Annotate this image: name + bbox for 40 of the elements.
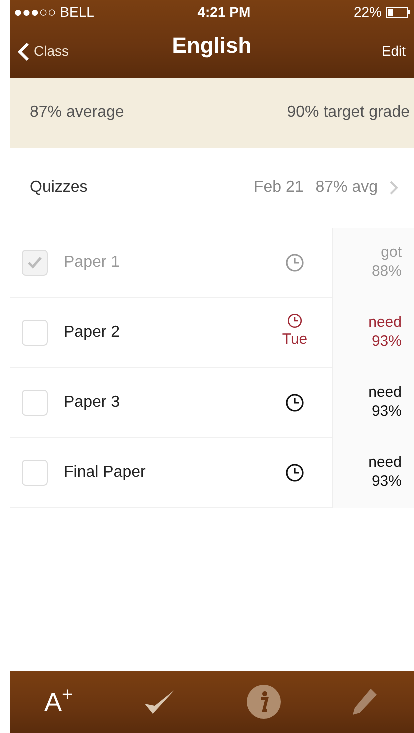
back-button[interactable]: Class (18, 41, 108, 62)
carrier-label: ●●●○○ BELL (14, 3, 94, 22)
back-chevron-icon (18, 42, 30, 62)
grade-label: need (368, 314, 402, 333)
assignment-name: Paper 1 (64, 252, 120, 272)
battery-label: 22% (354, 3, 382, 22)
chevron-icon (390, 181, 398, 195)
checkbox[interactable] (22, 320, 48, 346)
checkbox[interactable] (22, 250, 48, 276)
due-day: Tue (282, 329, 308, 352)
clock-icon (285, 462, 305, 482)
category-date: Feb 21 (254, 178, 304, 198)
info-icon[interactable] (246, 684, 282, 720)
checkbox[interactable] (22, 390, 48, 416)
add-grade-button[interactable]: A$^{+}$ (44, 682, 74, 722)
clock-icon (285, 252, 305, 272)
check-icon (27, 256, 43, 270)
assignment-name: Final Paper (64, 462, 146, 482)
assignment-name: Paper 2 (64, 322, 120, 342)
assignment-name: Paper 3 (64, 392, 120, 412)
grade-label: got (381, 244, 402, 263)
grade-value: 88% (372, 263, 402, 282)
pencil-icon[interactable] (351, 687, 380, 717)
checkmark-icon[interactable] (142, 688, 177, 716)
battery-icon (386, 7, 410, 18)
grade-label: need (368, 454, 402, 473)
clock-icon (287, 313, 303, 330)
edit-button[interactable]: Edit (316, 41, 406, 62)
grade-label: need (368, 384, 402, 403)
checkbox[interactable] (22, 460, 48, 486)
time-label: 4:21 PM (198, 3, 251, 22)
page-title: English (172, 32, 252, 60)
target-label: 90% target grade (287, 103, 410, 123)
category-row[interactable]: Quizzes Feb 21 87% avg (10, 148, 414, 228)
grade-value: 93% (372, 333, 402, 352)
grade-value: 93% (372, 473, 402, 492)
category-average: 87% avg (316, 178, 378, 198)
clock-icon (285, 392, 305, 412)
grade-value: 93% (372, 403, 402, 422)
average-label: 87% average (30, 103, 124, 123)
